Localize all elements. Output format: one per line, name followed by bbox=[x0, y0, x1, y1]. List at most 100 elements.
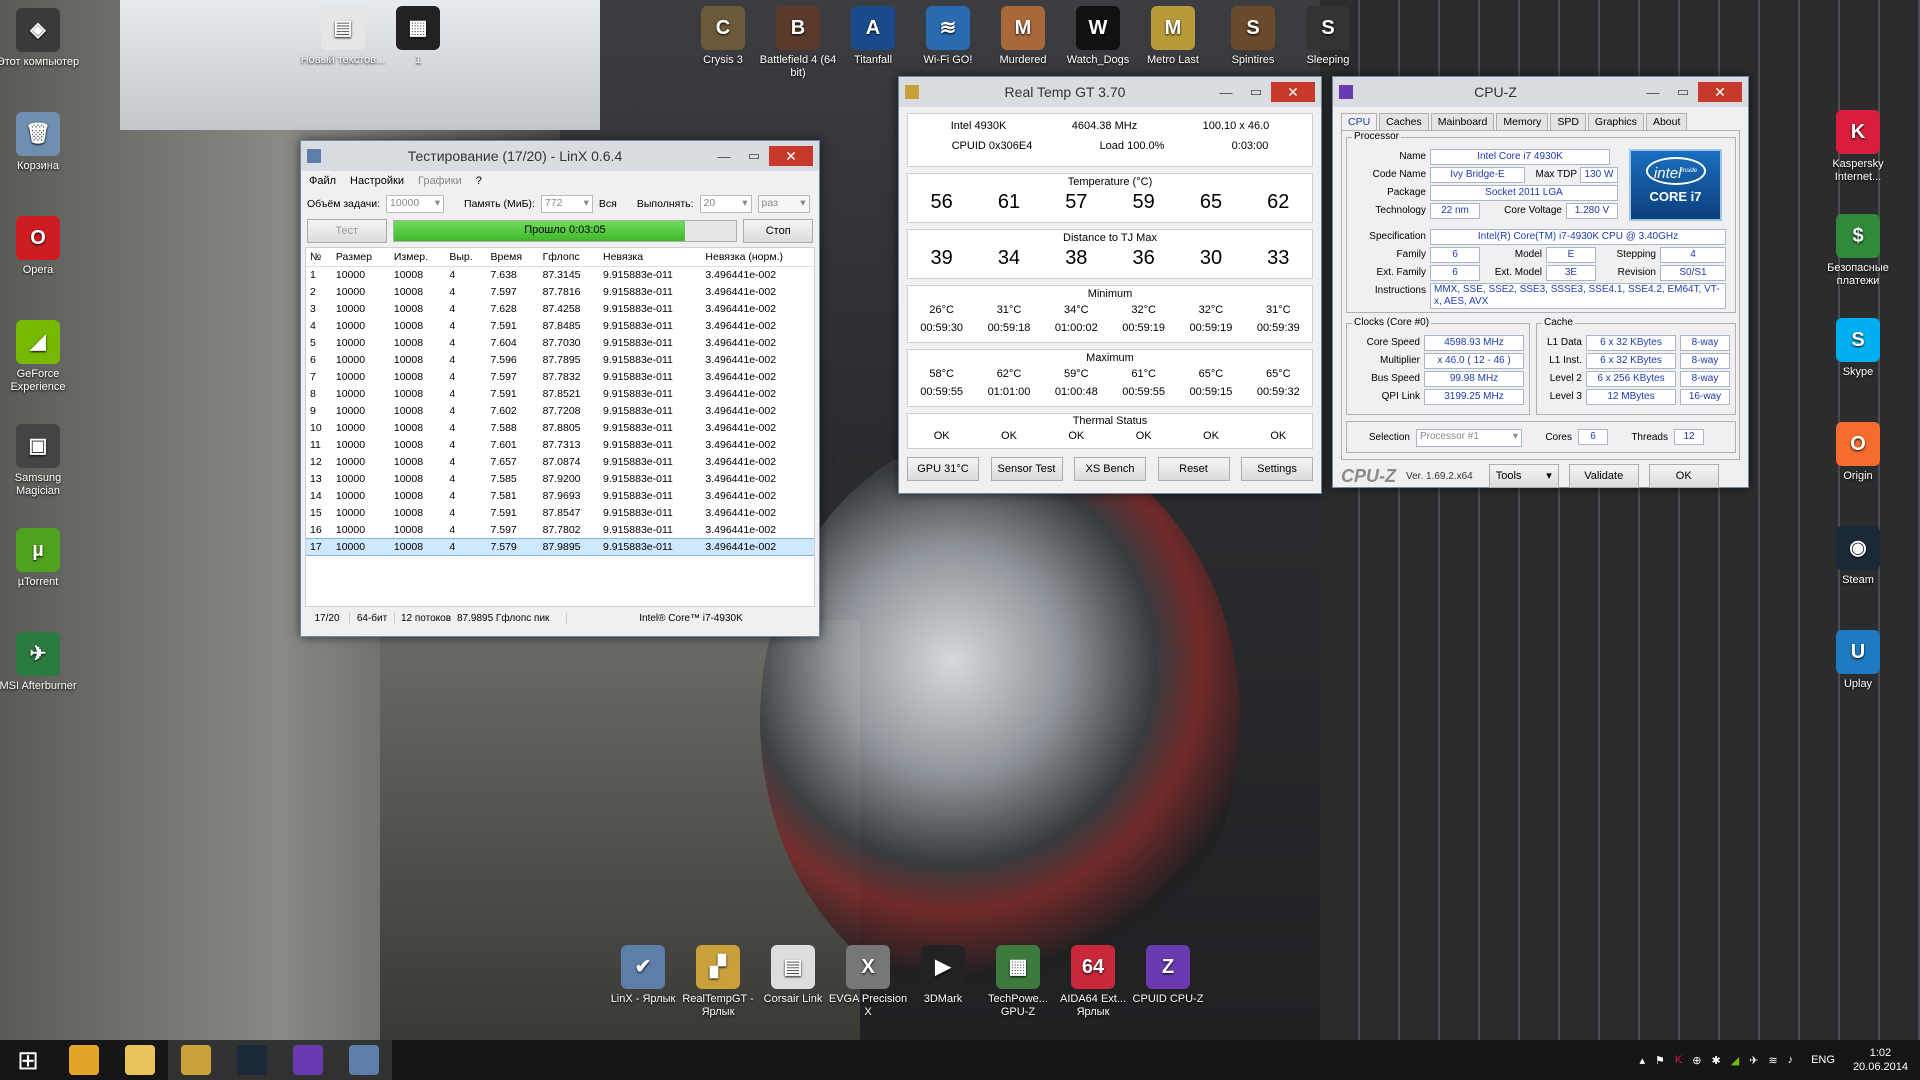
size-select[interactable]: 10000 ▾ bbox=[386, 195, 445, 213]
sensor-test-button[interactable]: Sensor Test bbox=[990, 457, 1063, 481]
start-button-taskbar-button[interactable]: ⊞ bbox=[0, 1040, 56, 1080]
table-row[interactable]: 15 10000 10008 4 7.591 87.8547 9.915883e-011 3.… bbox=[306, 505, 814, 522]
menu-help[interactable]: ? bbox=[476, 175, 482, 187]
this-pc-shortcut[interactable]: ◈ Этот компьютер bbox=[0, 8, 81, 69]
murdered-shortcut[interactable]: M Murdered bbox=[980, 6, 1066, 67]
mem-select[interactable]: 772 ▾ bbox=[540, 195, 593, 213]
linx-task-taskbar-button[interactable] bbox=[336, 1040, 392, 1080]
table-row[interactable]: 4 10000 10008 4 7.591 87.8485 9.915883e-011 3.4… bbox=[306, 318, 814, 335]
nvidia-tray-icon[interactable]: ◢ bbox=[1731, 1054, 1739, 1067]
table-row[interactable]: 6 10000 10008 4 7.596 87.7895 9.915883e-011 3.4… bbox=[306, 352, 814, 369]
table-row[interactable]: 10 10000 10008 4 7.588 87.8805 9.915883e-011 3.… bbox=[306, 420, 814, 437]
gpuz-shortcut[interactable]: ▦ TechPowe... GPU-Z bbox=[975, 945, 1061, 1019]
language-indicator[interactable]: ENG bbox=[1811, 1054, 1835, 1066]
runs-unit-select[interactable]: раз ▾ bbox=[757, 195, 810, 213]
ok-button[interactable]: OK bbox=[1648, 464, 1719, 488]
column-header[interactable]: Гфлопс bbox=[538, 248, 599, 267]
maximize-button[interactable]: ▭ bbox=[1668, 84, 1698, 100]
tab-mainboard[interactable]: Mainboard bbox=[1430, 113, 1495, 130]
validate-button[interactable]: Validate bbox=[1568, 464, 1639, 488]
realtemp-task-taskbar-button[interactable] bbox=[168, 1040, 224, 1080]
minimize-button[interactable]: — bbox=[709, 149, 739, 164]
settings-button[interactable]: Settings bbox=[1241, 457, 1313, 481]
table-row[interactable]: 17 10000 10008 4 7.579 87.9895 9.915883e-011 3.… bbox=[306, 538, 814, 556]
samsung-magician-shortcut[interactable]: ▣ Samsung Magician bbox=[0, 424, 81, 498]
tab-caches[interactable]: Caches bbox=[1379, 113, 1429, 130]
volume-icon[interactable]: ♪ bbox=[1788, 1054, 1794, 1066]
menu-graphs[interactable]: Графики bbox=[418, 175, 462, 187]
cpuz-shortcut[interactable]: Z CPUID CPU-Z bbox=[1125, 945, 1211, 1006]
tab-graphics[interactable]: Graphics bbox=[1587, 113, 1644, 130]
gpu-temp-button[interactable]: GPU 31°C bbox=[907, 457, 979, 481]
tools-button[interactable]: Tools ▾ bbox=[1488, 464, 1559, 488]
close-button[interactable]: ✕ bbox=[769, 146, 813, 166]
column-header[interactable]: Невязка (норм.) bbox=[701, 248, 814, 267]
sleeping-dogs-shortcut[interactable]: S Sleeping bbox=[1285, 6, 1371, 67]
explorer-taskbar-button[interactable] bbox=[112, 1040, 168, 1080]
metro-shortcut[interactable]: M Metro Last bbox=[1130, 6, 1216, 67]
column-header[interactable]: Выр. bbox=[445, 248, 487, 267]
tab-about[interactable]: About bbox=[1645, 113, 1688, 130]
table-row[interactable]: 2 10000 10008 4 7.597 87.7816 9.915883e-011 3.4… bbox=[306, 284, 814, 301]
menu-file[interactable]: Файл bbox=[309, 175, 336, 187]
wifi-go-shortcut[interactable]: ≋ Wi-Fi GO! bbox=[905, 6, 991, 67]
close-button[interactable]: ✕ bbox=[1271, 82, 1315, 102]
cpuz-task-taskbar-button[interactable] bbox=[280, 1040, 336, 1080]
xs-bench-button[interactable]: XS Bench bbox=[1074, 457, 1146, 481]
titanfall-shortcut[interactable]: A Titanfall bbox=[830, 6, 916, 67]
battlefield-shortcut[interactable]: B Battlefield 4 (64 bit) bbox=[755, 6, 841, 80]
table-row[interactable]: 1 10000 10008 4 7.638 87.3145 9.915883e-011 3.4… bbox=[306, 267, 814, 284]
steam-shortcut[interactable]: ◉ Steam bbox=[1815, 526, 1901, 587]
3dmark-shortcut[interactable]: ▶ 3DMark bbox=[900, 945, 986, 1006]
clock[interactable]: 1:02 20.06.2014 bbox=[1853, 1046, 1908, 1074]
uplay-shortcut[interactable]: U Uplay bbox=[1815, 630, 1901, 691]
skype-shortcut[interactable]: S Skype bbox=[1815, 318, 1901, 379]
chrome-taskbar-button[interactable] bbox=[56, 1040, 112, 1080]
opera-shortcut[interactable]: O Opera bbox=[0, 216, 81, 277]
aida64-shortcut[interactable]: 64 AIDA64 Ext... Ярлык bbox=[1050, 945, 1136, 1019]
recycle-bin-shortcut[interactable]: 🗑 Корзина bbox=[0, 112, 81, 173]
flag-icon[interactable]: ⚑ bbox=[1655, 1054, 1665, 1067]
bluetooth-icon[interactable]: ✱ bbox=[1711, 1054, 1720, 1067]
tab-spd[interactable]: SPD bbox=[1550, 113, 1586, 130]
image-shortcut[interactable]: ▦ 1 bbox=[375, 6, 461, 67]
column-header[interactable]: Измер. bbox=[389, 248, 446, 267]
processor-select[interactable]: Processor #1 ▾ bbox=[1416, 429, 1522, 447]
tab-cpu[interactable]: CPU bbox=[1341, 113, 1378, 130]
reset-button[interactable]: Reset bbox=[1157, 457, 1230, 481]
safe-money-shortcut[interactable]: $ Безопасные платежи bbox=[1815, 214, 1901, 288]
table-row[interactable]: 11 10000 10008 4 7.601 87.7313 9.915883e-011 3.… bbox=[306, 437, 814, 454]
table-row[interactable]: 9 10000 10008 4 7.602 87.7208 9.915883e-011 3.4… bbox=[306, 403, 814, 420]
all-memory-label[interactable]: Вся bbox=[599, 198, 617, 210]
minimize-button[interactable]: — bbox=[1638, 85, 1668, 100]
column-header[interactable]: Невязка bbox=[599, 248, 702, 267]
realtemp-titlebar[interactable]: Real Temp GT 3.70 — ▭ ✕ bbox=[899, 77, 1321, 107]
kaspersky-tray-icon[interactable]: K bbox=[1675, 1054, 1682, 1066]
table-row[interactable]: 14 10000 10008 4 7.581 87.9693 9.915883e-011 3.… bbox=[306, 488, 814, 505]
linx-titlebar[interactable]: Тестирование (17/20) - LinX 0.6.4 — ▭ ✕ bbox=[301, 141, 819, 171]
column-header[interactable]: Размер bbox=[331, 248, 390, 267]
column-header[interactable]: № bbox=[306, 248, 332, 267]
minimize-button[interactable]: — bbox=[1211, 85, 1241, 100]
column-header[interactable]: Время bbox=[486, 248, 539, 267]
geforce-shortcut[interactable]: ◢ GeForce Experience bbox=[0, 320, 81, 394]
wifi-tray-icon[interactable]: ≋ bbox=[1768, 1054, 1777, 1067]
runs-select[interactable]: 20 ▾ bbox=[699, 195, 752, 213]
table-row[interactable]: 8 10000 10008 4 7.591 87.8521 9.915883e-011 3.4… bbox=[306, 386, 814, 403]
tab-memory[interactable]: Memory bbox=[1496, 113, 1549, 130]
cpuz-titlebar[interactable]: CPU-Z — ▭ ✕ bbox=[1333, 77, 1748, 107]
menu-settings[interactable]: Настройки bbox=[350, 175, 404, 187]
origin-shortcut[interactable]: O Origin bbox=[1815, 422, 1901, 483]
linx-shortcut-shortcut[interactable]: ✔ LinX - Ярлык bbox=[600, 945, 686, 1006]
table-row[interactable]: 13 10000 10008 4 7.585 87.9200 9.915883e-011 3.… bbox=[306, 471, 814, 488]
table-row[interactable]: 5 10000 10008 4 7.604 87.7030 9.915883e-011 3.4… bbox=[306, 335, 814, 352]
stop-button[interactable]: Стоп bbox=[743, 219, 813, 243]
kaspersky-shortcut[interactable]: K Kaspersky Internet... bbox=[1815, 110, 1901, 184]
test-button[interactable]: Тест bbox=[307, 219, 387, 243]
new-text-shortcut[interactable]: ▤ Новый текстов... bbox=[300, 6, 386, 67]
maximize-button[interactable]: ▭ bbox=[1241, 84, 1271, 100]
table-row[interactable]: 12 10000 10008 4 7.657 87.0874 9.915883e-011 3.… bbox=[306, 454, 814, 471]
close-button[interactable]: ✕ bbox=[1698, 82, 1742, 102]
evga-shortcut[interactable]: X EVGA Precision X bbox=[825, 945, 911, 1019]
realtemp-shortcut-shortcut[interactable]: ▞ RealTempGT - Ярлык bbox=[675, 945, 761, 1019]
